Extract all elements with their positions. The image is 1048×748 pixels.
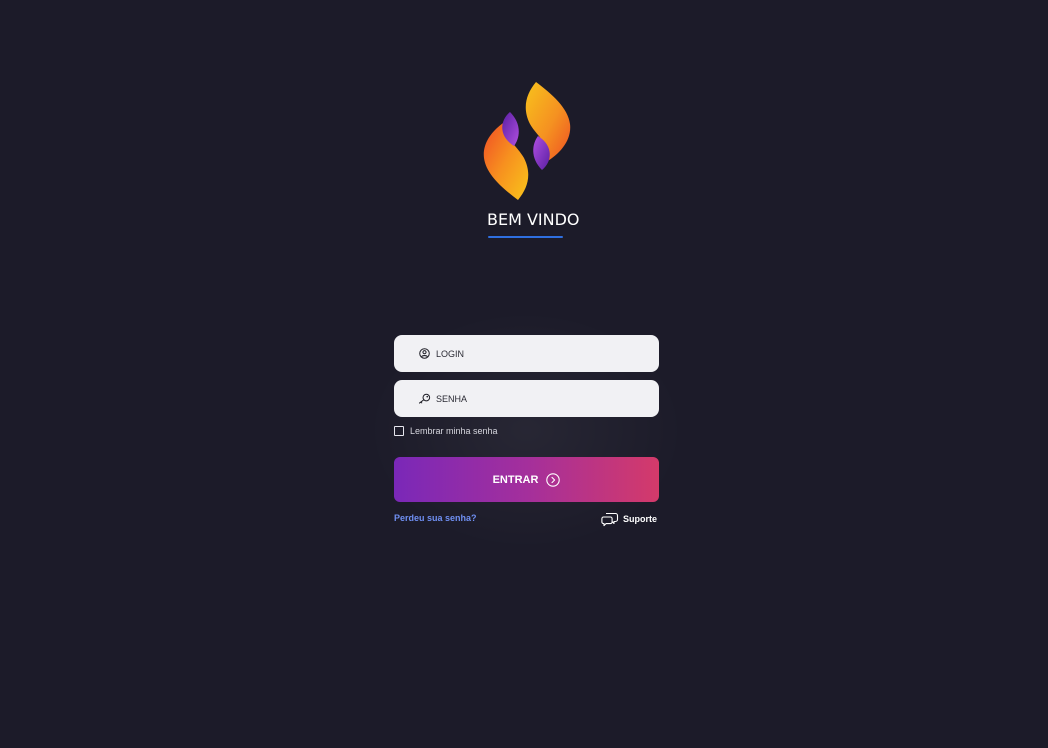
- login-page: BEM VINDO Lembrar minha senha E: [0, 0, 1048, 748]
- flame-s-logo-icon: [483, 82, 571, 200]
- arrow-right-circle-icon: [546, 472, 561, 487]
- key-icon: [418, 392, 431, 405]
- remember-label: Lembrar minha senha: [410, 426, 498, 436]
- welcome-title: BEM VINDO: [487, 210, 580, 229]
- chat-bubbles-icon: [601, 511, 619, 527]
- login-field[interactable]: [394, 335, 659, 372]
- password-field[interactable]: [394, 380, 659, 417]
- remember-password[interactable]: Lembrar minha senha: [394, 426, 498, 436]
- forgot-password-link[interactable]: Perdeu sua senha?: [394, 513, 477, 523]
- enter-button[interactable]: ENTRAR: [394, 457, 659, 502]
- password-input[interactable]: [436, 393, 636, 404]
- welcome-underline: [488, 236, 563, 238]
- enter-button-label: ENTRAR: [492, 473, 539, 486]
- support-link[interactable]: Suporte: [601, 511, 657, 527]
- support-label: Suporte: [623, 514, 658, 524]
- remember-checkbox[interactable]: [394, 426, 404, 436]
- login-input[interactable]: [436, 348, 636, 359]
- user-circle-icon: [418, 347, 431, 360]
